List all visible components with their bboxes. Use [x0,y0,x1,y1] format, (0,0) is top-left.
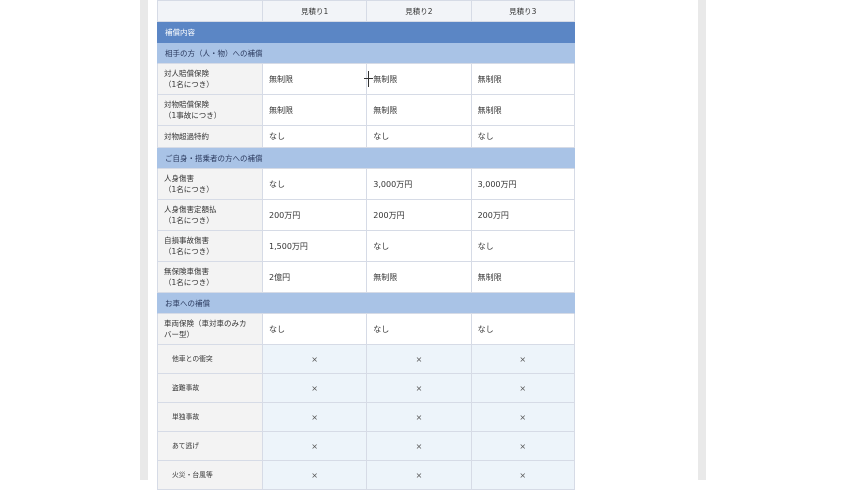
table-row: 対人賠償保険 （1名につき） 無制限 無制限 無制限 [157,64,575,95]
row-label-line2: （1事故につき） [164,111,222,120]
table-header-row: 見積り1 見積り2 見積り3 [157,0,575,22]
cross-mark-estimate-1: × [262,374,367,402]
section-self-passenger: ご自身・搭乗者の方への補償 [157,148,575,169]
row-label-line2: バー型） [164,330,194,339]
subrow-label: 火災・台風等 [157,461,262,489]
value-estimate-1: 2億円 [262,262,367,292]
cross-mark-estimate-2: × [366,374,471,402]
subrow-label: 盗難事故 [157,374,262,402]
cross-mark-estimate-2: × [366,345,471,373]
value-estimate-2: 無制限 [366,64,471,94]
table-row: 人身傷害定額払 （1名につき） 200万円 200万円 200万円 [157,200,575,231]
table-row: 無保険車傷害 （1名につき） 2億円 無制限 無制限 [157,262,575,293]
section-coverage: 補償内容 [157,22,575,43]
cross-mark-estimate-2: × [366,403,471,431]
row-label-line2: （1名につき） [164,278,214,287]
text-cursor-icon [364,71,373,87]
value-estimate-3: 無制限 [470,95,575,125]
row-label: 対物賠償保険 （1事故につき） [157,95,262,125]
cross-mark-estimate-3: × [470,432,575,460]
row-label: 自損事故傷害 （1名につき） [157,231,262,261]
row-label-line2: （1名につき） [164,80,214,89]
table-subrow: 他車との衝突 × × × [157,345,575,374]
value-estimate-2: なし [366,126,471,147]
row-label-line1: 自損事故傷害 [164,236,209,245]
header-estimate-2: 見積り2 [366,1,471,21]
value-estimate-1: なし [262,169,367,199]
value-estimate-1: なし [262,314,367,344]
value-estimate-3: なし [470,314,575,344]
row-label-line1: 車両保険（車対車のみカ [164,319,247,328]
row-label: 無保険車傷害 （1名につき） [157,262,262,292]
row-label: 人身傷害 （1名につき） [157,169,262,199]
cross-mark-estimate-3: × [470,345,575,373]
cross-mark-estimate-2: × [366,432,471,460]
section-third-party: 相手の方（人・物）への補償 [157,43,575,64]
table-row: 対物賠償保険 （1事故につき） 無制限 無制限 無制限 [157,95,575,126]
row-label: 対人賠償保険 （1名につき） [157,64,262,94]
cross-mark-estimate-3: × [470,374,575,402]
header-estimate-1: 見積り1 [262,1,367,21]
header-corner [157,1,262,21]
row-label-line2: （1名につき） [164,247,214,256]
value-estimate-2: 3,000万円 [366,169,471,199]
cross-mark-estimate-3: × [470,403,575,431]
cross-mark-estimate-1: × [262,403,367,431]
cross-mark-estimate-1: × [262,345,367,373]
value-estimate-3: なし [470,231,575,261]
cross-mark-estimate-2: × [366,461,471,489]
table-row: 対物超過特約 なし なし なし [157,126,575,148]
value-estimate-2: なし [366,314,471,344]
table-subrow: あて逃げ × × × [157,432,575,461]
row-label: 対物超過特約 [157,126,262,147]
value-estimate-2: 無制限 [366,95,471,125]
table-subrow: 単独事故 × × × [157,403,575,432]
value-estimate-3: なし [470,126,575,147]
row-label-line1: 人身傷害定額払 [164,205,217,214]
cross-mark-estimate-1: × [262,432,367,460]
row-label: 人身傷害定額払 （1名につき） [157,200,262,230]
value-estimate-3: 無制限 [470,64,575,94]
row-label-line1: 人身傷害 [164,174,194,183]
value-estimate-1: 200万円 [262,200,367,230]
subrow-label: 他車との衝突 [157,345,262,373]
subrow-label: 単独事故 [157,403,262,431]
subrow-label: あて逃げ [157,432,262,460]
value-estimate-3: 無制限 [470,262,575,292]
value-estimate-3: 200万円 [470,200,575,230]
row-label-line1: 無保険車傷害 [164,267,209,276]
value-estimate-3: 3,000万円 [470,169,575,199]
table-row: 車両保険（車対車のみカ バー型） なし なし なし [157,314,575,345]
row-label: 車両保険（車対車のみカ バー型） [157,314,262,344]
cross-mark-estimate-3: × [470,461,575,489]
table-row: 自損事故傷害 （1名につき） 1,500万円 なし なし [157,231,575,262]
table-subrow: 火災・台風等 × × × [157,461,575,490]
row-label-line1: 対物賠償保険 [164,100,209,109]
section-vehicle: お車への補償 [157,293,575,314]
value-estimate-2: なし [366,231,471,261]
value-estimate-1: 無制限 [262,95,367,125]
table-row: 人身傷害 （1名につき） なし 3,000万円 3,000万円 [157,169,575,200]
value-estimate-1: なし [262,126,367,147]
row-label-line1: 対人賠償保険 [164,69,209,78]
row-label-line2: （1名につき） [164,216,214,225]
row-label-line2: （1名につき） [164,185,214,194]
value-estimate-2: 200万円 [366,200,471,230]
value-estimate-2: 無制限 [366,262,471,292]
header-estimate-3: 見積り3 [470,1,575,21]
comparison-table: 見積り1 見積り2 見積り3 補償内容 相手の方（人・物）への補償 対人賠償保険… [157,0,575,490]
value-estimate-1: 無制限 [262,64,367,94]
table-subrow: 盗難事故 × × × [157,374,575,403]
cross-mark-estimate-1: × [262,461,367,489]
value-estimate-1: 1,500万円 [262,231,367,261]
